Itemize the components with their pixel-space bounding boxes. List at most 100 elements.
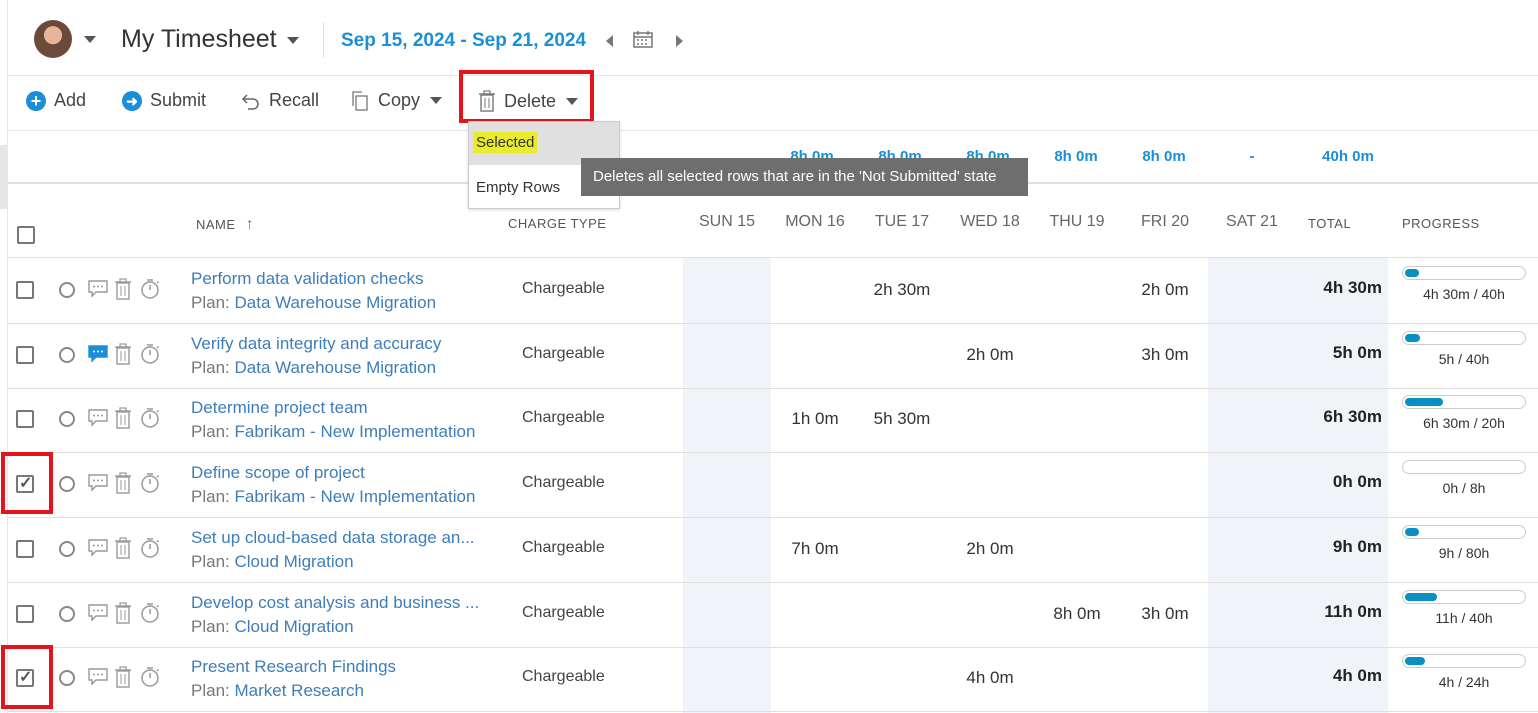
table-row[interactable]: Perform data validation checks Plan: Data… bbox=[8, 258, 1538, 324]
plan-prefix: Plan: bbox=[191, 293, 230, 312]
timer-icon[interactable] bbox=[139, 472, 161, 494]
trash-icon[interactable] bbox=[114, 601, 132, 624]
left-edge-handle[interactable] bbox=[0, 145, 7, 209]
progress-bar bbox=[1402, 654, 1526, 669]
timer-icon[interactable] bbox=[139, 537, 161, 559]
task-name-link[interactable]: Perform data validation checks bbox=[191, 269, 423, 289]
comment-icon[interactable] bbox=[88, 280, 108, 298]
charge-type[interactable]: Chargeable bbox=[522, 280, 605, 298]
plan-link[interactable]: Cloud Migration bbox=[234, 552, 353, 571]
comment-icon[interactable] bbox=[88, 474, 108, 492]
checkbox-highlight-box bbox=[1, 452, 53, 514]
hours-cell-tue[interactable]: 5h 30m bbox=[858, 409, 946, 429]
status-circle-icon[interactable] bbox=[59, 411, 75, 428]
row-checkbox[interactable] bbox=[16, 604, 34, 623]
hours-cell-tue[interactable]: 2h 30m bbox=[858, 280, 946, 300]
avatar[interactable] bbox=[34, 20, 72, 58]
table-row[interactable]: Verify data integrity and accuracy Plan: … bbox=[8, 323, 1538, 389]
select-all-checkbox[interactable] bbox=[17, 226, 35, 244]
comment-icon[interactable] bbox=[88, 539, 108, 557]
plan-link[interactable]: Fabrikam - New Implementation bbox=[234, 487, 475, 506]
status-circle-icon[interactable] bbox=[59, 346, 75, 363]
hours-cell-wed[interactable]: 2h 0m bbox=[946, 539, 1034, 559]
status-circle-icon[interactable] bbox=[59, 540, 75, 557]
plus-icon: + bbox=[26, 90, 46, 111]
undo-icon bbox=[241, 93, 259, 110]
hours-cell-fri[interactable]: 3h 0m bbox=[1121, 345, 1209, 365]
row-checkbox[interactable] bbox=[16, 410, 34, 429]
table-row[interactable]: Define scope of project Plan: Fabrikam - … bbox=[8, 452, 1538, 519]
chevron-down-icon[interactable] bbox=[84, 36, 96, 43]
charge-type[interactable]: Chargeable bbox=[522, 668, 605, 686]
recall-button[interactable]: Recall bbox=[241, 90, 319, 111]
row-checkbox[interactable] bbox=[16, 539, 34, 558]
hours-cell-mon[interactable]: 1h 0m bbox=[771, 409, 859, 429]
table-row[interactable]: Develop cost analysis and business ... Pl… bbox=[8, 582, 1538, 648]
timer-icon[interactable] bbox=[139, 407, 161, 429]
charge-type[interactable]: Chargeable bbox=[522, 539, 605, 557]
page-title[interactable]: My Timesheet bbox=[121, 25, 277, 54]
chevron-down-icon[interactable] bbox=[287, 37, 299, 44]
sort-ascending-icon[interactable]: ↑ bbox=[246, 216, 255, 233]
submit-button[interactable]: ➜ Submit bbox=[122, 90, 206, 111]
progress-text: 4h 30m / 40h bbox=[1423, 286, 1505, 302]
plan-link[interactable]: Cloud Migration bbox=[234, 617, 353, 636]
hours-cell-wed[interactable]: 2h 0m bbox=[946, 345, 1034, 365]
task-name-link[interactable]: Present Research Findings bbox=[191, 657, 396, 677]
column-name[interactable]: NAME ↑ bbox=[196, 216, 254, 234]
trash-icon[interactable] bbox=[114, 472, 132, 494]
add-button[interactable]: + Add bbox=[26, 90, 86, 111]
comment-icon[interactable] bbox=[88, 409, 108, 428]
hours-cell-mon[interactable]: 7h 0m bbox=[771, 539, 859, 559]
comment-icon[interactable] bbox=[88, 668, 108, 686]
trash-icon[interactable] bbox=[114, 666, 132, 688]
hours-cell-fri[interactable]: 2h 0m bbox=[1121, 280, 1209, 300]
row-checkbox[interactable] bbox=[16, 345, 34, 364]
row-total: 0h 0m bbox=[1332, 472, 1382, 492]
row-checkbox[interactable] bbox=[16, 281, 34, 299]
table-row[interactable]: Set up cloud-based data storage an... Pla… bbox=[8, 517, 1538, 583]
plan-link[interactable]: Data Warehouse Migration bbox=[234, 358, 436, 377]
hours-cell-fri[interactable]: 3h 0m bbox=[1121, 604, 1209, 624]
status-circle-icon[interactable] bbox=[59, 605, 75, 622]
trash-icon[interactable] bbox=[114, 278, 132, 300]
status-circle-icon[interactable] bbox=[59, 282, 75, 298]
charge-type[interactable]: Chargeable bbox=[522, 345, 605, 363]
next-week-icon[interactable] bbox=[676, 35, 683, 47]
row-total: 6h 30m bbox=[1323, 407, 1382, 427]
row-total: 4h 30m bbox=[1323, 278, 1382, 297]
task-plan: Plan: Fabrikam - New Implementation bbox=[191, 487, 475, 507]
plan-link[interactable]: Data Warehouse Migration bbox=[234, 293, 436, 312]
previous-week-icon[interactable] bbox=[606, 35, 613, 47]
trash-icon[interactable] bbox=[114, 343, 132, 365]
plan-link[interactable]: Fabrikam - New Implementation bbox=[234, 422, 475, 441]
trash-icon[interactable] bbox=[114, 407, 132, 430]
task-name-link[interactable]: Determine project team bbox=[191, 398, 368, 418]
comment-icon[interactable] bbox=[88, 603, 108, 622]
timer-icon[interactable] bbox=[139, 602, 161, 624]
hours-cell-thu[interactable]: 8h 0m bbox=[1033, 604, 1121, 624]
plan-link[interactable]: Market Research bbox=[234, 681, 363, 700]
timer-icon[interactable] bbox=[139, 343, 161, 365]
status-circle-icon[interactable] bbox=[59, 476, 75, 493]
status-circle-icon[interactable] bbox=[59, 670, 75, 687]
trash-icon[interactable] bbox=[114, 537, 132, 559]
copy-button[interactable]: Copy bbox=[350, 90, 443, 111]
add-label: Add bbox=[54, 90, 87, 110]
comment-icon[interactable] bbox=[88, 344, 108, 363]
charge-type[interactable]: Chargeable bbox=[522, 474, 605, 492]
charge-type[interactable]: Chargeable bbox=[522, 604, 605, 622]
task-name-link[interactable]: Develop cost analysis and business ... bbox=[191, 593, 479, 613]
charge-type[interactable]: Chargeable bbox=[522, 409, 605, 427]
timer-icon[interactable] bbox=[139, 278, 161, 300]
column-charge-type[interactable]: CHARGE TYPE bbox=[508, 216, 606, 231]
date-range[interactable]: Sep 15, 2024 - Sep 21, 2024 bbox=[341, 30, 586, 52]
task-name-link[interactable]: Define scope of project bbox=[191, 463, 365, 483]
calendar-icon[interactable] bbox=[633, 30, 653, 48]
hours-cell-wed[interactable]: 4h 0m bbox=[946, 668, 1034, 688]
table-row[interactable]: Determine project team Plan: Fabrikam - N… bbox=[8, 387, 1538, 454]
table-row[interactable]: Present Research Findings Plan: Market Re… bbox=[8, 646, 1538, 713]
task-name-link[interactable]: Verify data integrity and accuracy bbox=[191, 334, 441, 354]
timer-icon[interactable] bbox=[139, 666, 161, 688]
task-name-link[interactable]: Set up cloud-based data storage an... bbox=[191, 528, 475, 548]
